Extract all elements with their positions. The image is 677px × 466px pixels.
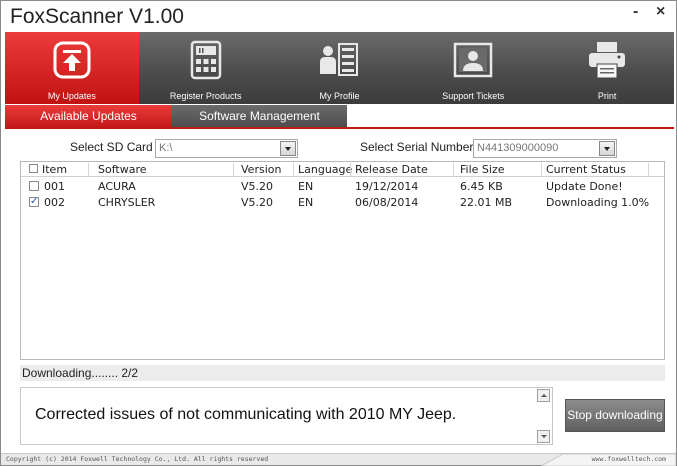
column-header-current-status[interactable]: Current Status	[546, 163, 626, 176]
serial-number-select[interactable]: N441309000090	[473, 139, 617, 158]
app-title: FoxScanner V1.00	[10, 5, 184, 28]
cell-release-date: 06/08/2014	[355, 196, 419, 209]
serial-number-label: Select Serial Number	[360, 140, 474, 154]
column-divider[interactable]	[233, 163, 234, 176]
cell-status: Update Done!	[546, 180, 623, 193]
toolbar-label: Register Products	[169, 91, 242, 101]
sub-tabs: Available Updates Software Management	[5, 105, 674, 127]
support-icon	[454, 42, 493, 78]
table-row[interactable]: ✓ 002 CHRYSLER V5.20 EN 06/08/2014 22.01…	[21, 195, 664, 211]
website-link[interactable]: www.foxwelltech.com	[592, 455, 666, 463]
footer: Copyright (c) 2014 Foxwell Technology Co…	[1, 453, 676, 466]
cell-software: ACURA	[98, 180, 136, 193]
app-window: FoxScanner V1.00 - × My Updates Register…	[0, 0, 677, 466]
scroll-up-icon[interactable]	[537, 389, 550, 402]
row-checkbox[interactable]: ✓	[29, 197, 39, 207]
copyright-text: Copyright (c) 2014 Foxwell Technology Co…	[6, 455, 269, 463]
device-icon	[190, 40, 221, 80]
toolbar-label: My Updates	[47, 91, 96, 101]
tab-available-updates[interactable]: Available Updates	[5, 105, 172, 127]
toolbar-label: Print	[597, 91, 617, 101]
tab-underline	[5, 127, 674, 129]
toolbar-label: Support Tickets	[442, 91, 505, 101]
column-header-file-size[interactable]: File Size	[460, 163, 504, 176]
minimize-button[interactable]: -	[633, 3, 638, 21]
cell-item: 002	[44, 196, 65, 209]
cell-file-size: 22.01 MB	[460, 196, 513, 209]
title-bar[interactable]: FoxScanner V1.00 - ×	[1, 1, 676, 32]
serial-number-value: N441309000090	[477, 142, 559, 154]
cell-language: EN	[298, 196, 314, 209]
toolbar-item-my-profile[interactable]: My Profile	[273, 32, 407, 104]
stop-downloading-button[interactable]: Stop downloading	[565, 399, 665, 432]
sd-card-value: K:\	[159, 142, 173, 154]
toolbar-item-print[interactable]: Print	[540, 32, 674, 104]
select-all-checkbox[interactable]	[29, 164, 38, 173]
column-divider[interactable]	[293, 163, 294, 176]
list-header: Item Software Version Language Release D…	[21, 162, 664, 177]
updates-list[interactable]: Item Software Version Language Release D…	[20, 161, 665, 360]
column-header-language[interactable]: Language	[298, 163, 352, 176]
column-header-software[interactable]: Software	[98, 163, 147, 176]
sd-card-select[interactable]: K:\	[155, 139, 298, 158]
chevron-down-icon[interactable]	[280, 141, 296, 156]
cell-version: V5.20	[241, 196, 274, 209]
column-header-release-date[interactable]: Release Date	[355, 163, 428, 176]
printer-icon	[589, 42, 626, 79]
toolbar-label: My Profile	[319, 91, 360, 101]
cell-release-date: 19/12/2014	[355, 180, 419, 193]
update-description-box[interactable]: Corrected issues of not communicating wi…	[20, 387, 553, 445]
cell-item: 001	[44, 180, 65, 193]
column-header-item[interactable]: Item	[42, 163, 67, 176]
column-divider[interactable]	[350, 163, 351, 176]
column-divider[interactable]	[453, 163, 454, 176]
column-divider[interactable]	[541, 163, 542, 176]
cell-file-size: 6.45 KB	[460, 180, 503, 193]
profile-icon	[320, 43, 359, 76]
table-row[interactable]: 001 ACURA V5.20 EN 19/12/2014 6.45 KB Up…	[21, 179, 664, 195]
chevron-down-icon[interactable]	[599, 141, 615, 156]
cell-status: Downloading 1.0%	[546, 196, 650, 209]
cell-version: V5.20	[241, 180, 274, 193]
checkmark-icon: ✓	[30, 196, 39, 207]
description-scrollbar[interactable]	[537, 389, 551, 443]
toolbar-item-register-products[interactable]: Register Products	[139, 32, 273, 104]
column-divider[interactable]	[648, 163, 649, 176]
update-description: Corrected issues of not communicating wi…	[35, 406, 457, 423]
close-button[interactable]: ×	[656, 3, 665, 21]
sd-card-label: Select SD Card	[70, 140, 153, 154]
upload-icon	[53, 41, 91, 79]
main-toolbar: My Updates Register Products My Profile …	[5, 32, 674, 104]
column-header-version[interactable]: Version	[241, 163, 281, 176]
row-checkbox[interactable]	[29, 181, 39, 191]
column-divider[interactable]	[88, 163, 89, 176]
toolbar-item-my-updates[interactable]: My Updates	[5, 32, 139, 104]
cell-software: CHRYSLER	[98, 196, 156, 209]
scroll-down-icon[interactable]	[537, 430, 550, 443]
tab-software-management[interactable]: Software Management	[172, 105, 347, 127]
toolbar-item-support-tickets[interactable]: Support Tickets	[406, 32, 540, 104]
download-status: Downloading........ 2/2	[20, 365, 665, 381]
cell-language: EN	[298, 180, 314, 193]
